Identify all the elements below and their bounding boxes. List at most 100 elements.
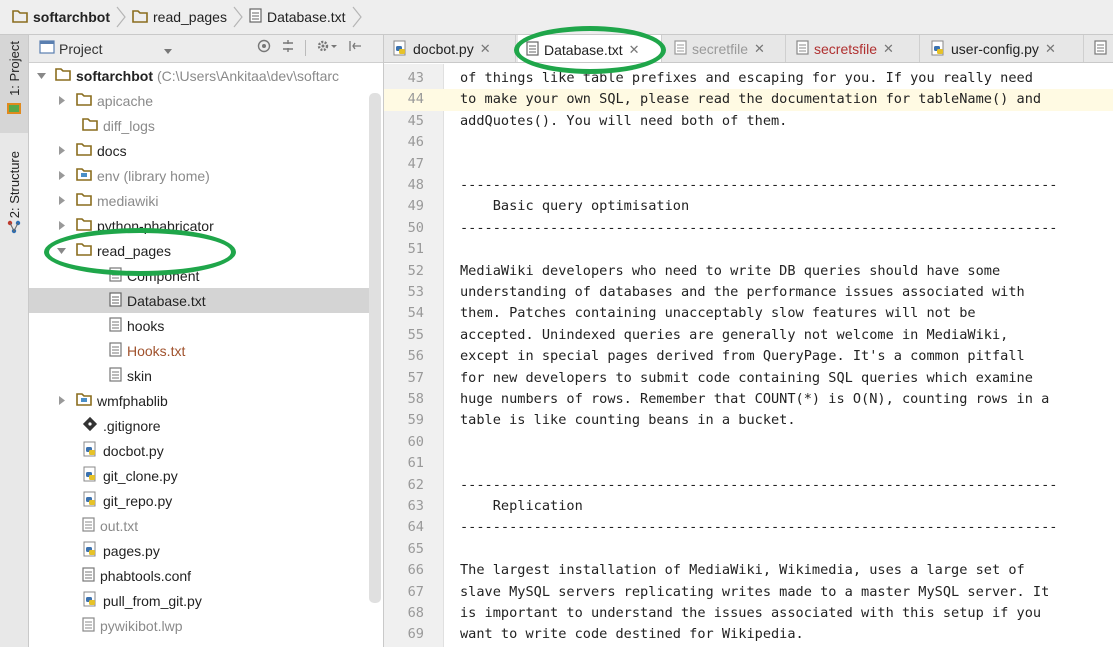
tree-node-gitignore[interactable]: .gitignore — [29, 413, 369, 438]
expanded-arrow-icon[interactable] — [55, 238, 67, 263]
line-text: ----------------------------------------… — [460, 519, 1058, 536]
tree-node-label: softarchbot — [76, 67, 153, 84]
editor-line[interactable]: 45 addQuotes(). You will need both of the… — [384, 111, 1113, 132]
tree-node-git-clone-py[interactable]: git_clone.py — [29, 463, 369, 488]
line-number: 45 — [407, 112, 424, 129]
editor-line[interactable]: 47 — [384, 154, 1113, 175]
tree-node-label: pywikibot.lwp — [100, 617, 183, 634]
collapse-all-icon[interactable] — [281, 39, 295, 56]
editor-line[interactable]: 60 — [384, 432, 1113, 453]
tab-overflow[interactable] — [1086, 35, 1113, 62]
tab-database-txt[interactable]: Database.txt ✕ — [518, 35, 662, 62]
chevron-down-icon[interactable] — [163, 43, 173, 59]
project-view-select[interactable]: Project — [59, 41, 103, 57]
editor-line[interactable]: 64 --------------------------------------… — [384, 517, 1113, 538]
text-editor[interactable]: 43 of things like table prefixes and esca… — [384, 64, 1113, 647]
breadcrumb-item-folder[interactable]: read_pages — [132, 0, 227, 34]
collapsed-arrow-icon[interactable] — [55, 213, 67, 238]
breadcrumb-label: Database.txt — [266, 9, 346, 25]
close-icon[interactable]: ✕ — [754, 41, 765, 57]
editor-line[interactable]: 69 want to write code destined for Wikipe… — [384, 624, 1113, 645]
editor-line[interactable]: 67 slave MySQL servers replicating writes… — [384, 582, 1113, 603]
tab-user-config-py[interactable]: user-config.py ✕ — [922, 35, 1084, 62]
locate-file-icon[interactable] — [257, 39, 271, 56]
settings-gear-icon[interactable] — [316, 39, 338, 56]
editor-line[interactable]: 54 them. Patches containing unacceptably … — [384, 303, 1113, 324]
editor-line[interactable]: 61 — [384, 453, 1113, 474]
editor-line[interactable]: 53 understanding of databases and the per… — [384, 282, 1113, 303]
editor-line[interactable]: 57 for new developers to submit code cont… — [384, 368, 1113, 389]
editor-line[interactable]: 49 Basic query optimisation — [384, 196, 1113, 217]
tree-node-pywikibot-lwp[interactable]: pywikibot.lwp — [29, 613, 369, 638]
tab-secretsfile[interactable]: secretsfile ✕ — [788, 35, 920, 62]
tree-node-pages-py[interactable]: pages.py — [29, 538, 369, 563]
editor-line[interactable]: 56 except in special pages derived from Q… — [384, 346, 1113, 367]
line-number: 68 — [407, 605, 424, 621]
editor-line[interactable]: 46 — [384, 132, 1113, 153]
editor-line[interactable]: 48 --------------------------------------… — [384, 175, 1113, 196]
tree-node-docs[interactable]: docs — [29, 138, 369, 163]
tree-node-python-phabricator[interactable]: python-phabricator — [29, 213, 369, 238]
line-number: 60 — [407, 433, 424, 450]
line-number: 64 — [407, 519, 424, 536]
breadcrumb-item-project[interactable]: softarchbot — [12, 0, 110, 34]
editor-line[interactable]: 55 accepted. Unindexed queries are genera… — [384, 325, 1113, 346]
line-number: 61 — [407, 455, 424, 472]
tool-tab-structure[interactable]: 2: Structure — [0, 145, 28, 275]
tree-node-hooks[interactable]: hooks — [29, 313, 369, 338]
tree-node-skin[interactable]: skin — [29, 363, 369, 388]
tree-node-read-pages[interactable]: read_pages — [29, 238, 369, 263]
tool-tab-project[interactable]: 1: Project — [0, 35, 28, 133]
editor-line[interactable]: 43 of things like table prefixes and esca… — [384, 68, 1113, 89]
folder-icon — [12, 9, 28, 26]
tree-node-pull-from-git-py[interactable]: pull_from_git.py — [29, 588, 369, 613]
tree-node-label: apicache — [97, 92, 154, 109]
editor-line[interactable]: 65 — [384, 539, 1113, 560]
editor-line[interactable]: 68 is important to understand the issues … — [384, 603, 1113, 624]
collapsed-arrow-icon[interactable] — [55, 88, 67, 113]
collapsed-arrow-icon[interactable] — [55, 388, 67, 413]
editor-line[interactable]: 50 --------------------------------------… — [384, 218, 1113, 239]
collapsed-arrow-icon[interactable] — [55, 188, 67, 213]
tree-node-hooks-txt[interactable]: Hooks.txt — [29, 338, 369, 363]
editor-line[interactable]: 63 Replication — [384, 496, 1113, 517]
line-text: of things like table prefixes and escapi… — [460, 70, 1033, 86]
tree-node-component[interactable]: Component — [29, 263, 369, 288]
collapsed-arrow-icon[interactable] — [55, 163, 67, 188]
text-file-icon — [796, 40, 809, 58]
tree-node-diff-logs[interactable]: diff_logs — [29, 113, 369, 138]
expanded-arrow-icon[interactable] — [35, 63, 47, 88]
tree-node-mediawiki[interactable]: mediawiki — [29, 188, 369, 213]
collapsed-arrow-icon[interactable] — [55, 138, 67, 163]
editor-line[interactable]: 59 table is like counting beans in a buck… — [384, 410, 1113, 431]
breadcrumb-item-file[interactable]: Database.txt — [249, 0, 346, 34]
close-icon[interactable]: ✕ — [1045, 41, 1056, 57]
tree-node-wmfphablib[interactable]: wmfphablib — [29, 388, 369, 413]
tree-scrollbar[interactable] — [369, 93, 381, 603]
tree-node-root[interactable]: softarchbot (C:\Users\Ankitaa\dev\softar… — [29, 63, 369, 88]
close-icon[interactable]: ✕ — [480, 41, 491, 57]
tab-docbot-py[interactable]: docbot.py ✕ — [384, 35, 516, 62]
close-icon[interactable]: ✕ — [629, 42, 640, 58]
tree-node-env[interactable]: env (library home) — [29, 163, 369, 188]
editor-line[interactable]: 52 MediaWiki developers who need to write… — [384, 261, 1113, 282]
tab-secretfile[interactable]: secretfile ✕ — [666, 35, 786, 62]
tree-node-label: pull_from_git.py — [103, 592, 202, 609]
line-number: 46 — [407, 134, 424, 151]
editor-line[interactable]: 44 to make your own SQL, please read the … — [384, 89, 1113, 111]
tree-node-phabtools-conf[interactable]: phabtools.conf — [29, 563, 369, 588]
tree-node-docbot-py[interactable]: docbot.py — [29, 438, 369, 463]
editor-line[interactable]: 62 --------------------------------------… — [384, 475, 1113, 496]
close-icon[interactable]: ✕ — [883, 41, 894, 57]
editor-line[interactable]: 66 The largest installation of MediaWiki,… — [384, 560, 1113, 581]
python-file-icon — [392, 40, 408, 59]
editor-line[interactable]: 51 — [384, 239, 1113, 260]
hide-panel-icon[interactable] — [348, 39, 362, 56]
line-number: 63 — [407, 498, 424, 514]
tree-node-apicache[interactable]: apicache — [29, 88, 369, 113]
tree-node-database-txt[interactable]: Database.txt — [29, 288, 369, 313]
tree-node-git-repo-py[interactable]: git_repo.py — [29, 488, 369, 513]
python-file-icon — [82, 491, 98, 510]
editor-line[interactable]: 58 huge numbers of rows. Remember that CO… — [384, 389, 1113, 410]
tree-node-out-txt[interactable]: out.txt — [29, 513, 369, 538]
